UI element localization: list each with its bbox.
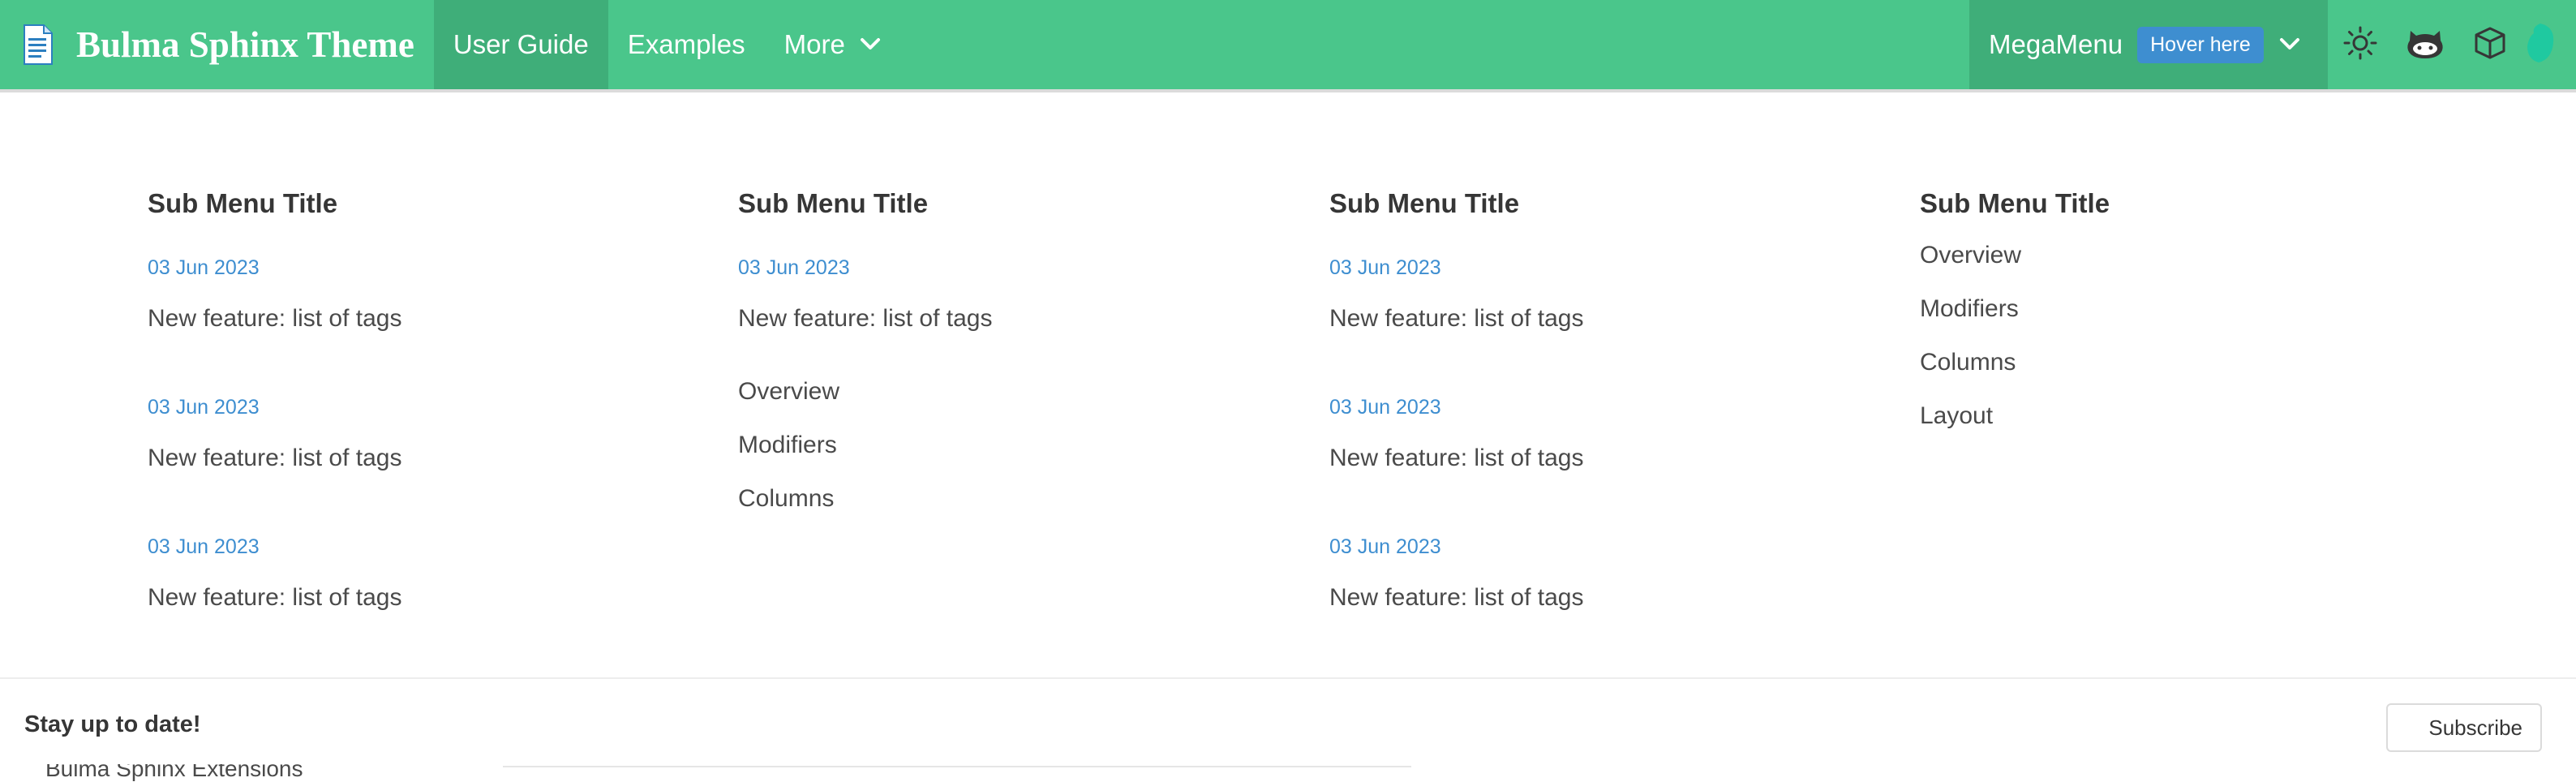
top-navbar: Bulma Sphinx Theme User Guide Examples M… xyxy=(0,0,2576,89)
entry-date-link[interactable]: 03 Jun 2023 xyxy=(148,396,260,419)
nav-user-guide-label: User Guide xyxy=(453,29,589,59)
link-modifiers[interactable]: Modifiers xyxy=(738,432,837,459)
brand-title: Bulma Sphinx Theme xyxy=(76,24,414,65)
chevron-down-icon xyxy=(860,37,881,52)
brand-link[interactable]: Bulma Sphinx Theme xyxy=(0,0,434,89)
entry-link[interactable]: New feature: list of tags xyxy=(148,584,401,612)
entry-link[interactable]: New feature: list of tags xyxy=(148,305,401,333)
package-button[interactable] xyxy=(2458,0,2522,89)
submenu-title: Sub Menu Title xyxy=(738,188,929,218)
github-button[interactable] xyxy=(2393,0,2458,89)
entry-link[interactable]: New feature: list of tags xyxy=(1329,584,1583,612)
entry-link[interactable]: New feature: list of tags xyxy=(1329,445,1583,472)
megamenu-label: MegaMenu xyxy=(1989,29,2123,59)
entry-date-link[interactable]: 03 Jun 2023 xyxy=(148,256,260,280)
link-columns[interactable]: Columns xyxy=(738,485,834,513)
megamenu-trigger[interactable]: MegaMenu Hover here xyxy=(1969,0,2328,89)
link-modifiers[interactable]: Modifiers xyxy=(1920,295,2019,323)
entry-date-link[interactable]: 03 Jun 2023 xyxy=(148,535,260,559)
nav-examples[interactable]: Examples xyxy=(608,0,765,89)
github-icon xyxy=(2406,26,2444,64)
megamenu-dropdown: Sub Menu Title 03 Jun 2023 New feature: … xyxy=(0,89,2576,677)
underlying-page-line xyxy=(503,766,1411,767)
submenu-title: Sub Menu Title xyxy=(1920,188,2110,218)
entry-link[interactable]: New feature: list of tags xyxy=(148,445,401,472)
chevron-down-icon xyxy=(2279,37,2300,52)
link-overview[interactable]: Overview xyxy=(1920,242,2021,269)
entry-date-link[interactable]: 03 Jun 2023 xyxy=(1329,396,1441,419)
document-icon xyxy=(21,22,57,67)
nav-more-label: More xyxy=(784,29,845,59)
subscribe-footer: Stay up to date! Subscribe xyxy=(0,679,2576,777)
entry-link[interactable]: New feature: list of tags xyxy=(1329,305,1583,333)
link-layout[interactable]: Layout xyxy=(1920,402,1993,430)
sun-icon xyxy=(2343,26,2377,64)
avatar-button[interactable] xyxy=(2522,0,2576,89)
link-columns[interactable]: Columns xyxy=(1920,349,2016,376)
subscribe-button[interactable]: Subscribe xyxy=(2386,703,2542,752)
nav-examples-label: Examples xyxy=(627,29,745,59)
entry-date-link[interactable]: 03 Jun 2023 xyxy=(1329,535,1441,559)
avatar xyxy=(2522,22,2555,68)
nav-more[interactable]: More xyxy=(765,0,900,89)
entry-date-link[interactable]: 03 Jun 2023 xyxy=(1329,256,1441,280)
link-overview[interactable]: Overview xyxy=(738,378,839,406)
package-icon xyxy=(2474,26,2506,64)
entry-date-link[interactable]: 03 Jun 2023 xyxy=(738,256,850,280)
submenu-title: Sub Menu Title xyxy=(1329,188,1520,218)
footer-text: Stay up to date! xyxy=(24,711,201,737)
nav-user-guide[interactable]: User Guide xyxy=(433,0,608,89)
hover-here-tag: Hover here xyxy=(2137,26,2264,63)
submenu-title: Sub Menu Title xyxy=(148,188,338,218)
entry-link[interactable]: New feature: list of tags xyxy=(738,305,992,333)
theme-toggle-button[interactable] xyxy=(2328,0,2393,89)
navbar-end: MegaMenu Hover here xyxy=(1969,0,2576,89)
